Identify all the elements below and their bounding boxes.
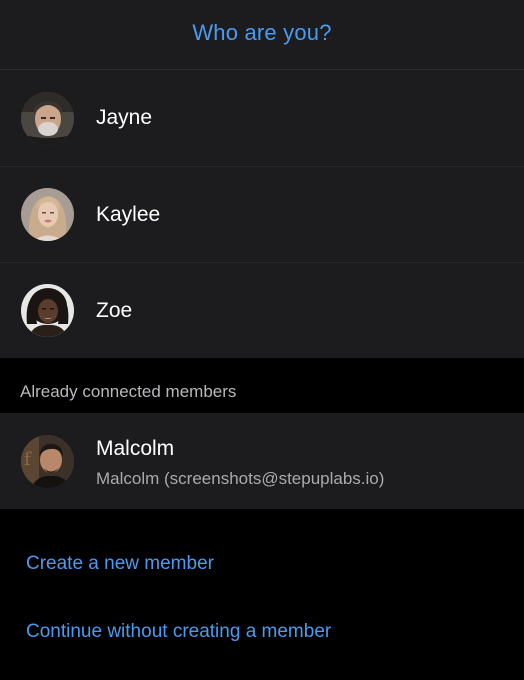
create-member-link[interactable]: Create a new member bbox=[26, 553, 524, 577]
continue-without-member-link[interactable]: Continue without creating a member bbox=[26, 621, 524, 643]
member-row-jayne[interactable]: Jayne bbox=[0, 70, 524, 166]
avatar bbox=[21, 91, 74, 145]
connected-section-header: Already connected members bbox=[0, 358, 524, 413]
connected-member-row-malcolm[interactable]: f Malcolm Malcolm (screenshots@stepuplab… bbox=[0, 413, 524, 509]
member-name: Kaylee bbox=[96, 202, 161, 226]
member-name: Zoe bbox=[96, 298, 133, 322]
connected-member-list: f Malcolm Malcolm (screenshots@stepuplab… bbox=[0, 413, 524, 509]
connected-member-name: Malcolm bbox=[96, 437, 175, 460]
member-name: Jayne bbox=[96, 106, 153, 129]
avatar-photo-kaylee bbox=[21, 188, 74, 241]
section-title: Already connected members bbox=[20, 382, 237, 401]
avatar-photo-jayne bbox=[21, 91, 74, 145]
avatar-photo-malcolm: f bbox=[21, 435, 74, 488]
avatar-photo-zoe bbox=[21, 284, 74, 337]
page-title: Who are you? bbox=[192, 19, 332, 45]
member-row-zoe[interactable]: Zoe bbox=[0, 262, 524, 358]
connected-member-email: Malcolm (screenshots@stepuplabs.io) bbox=[96, 469, 385, 488]
actions-area: Create a new member Continue without cre… bbox=[0, 509, 524, 643]
header-bar: Who are you? bbox=[0, 0, 524, 70]
member-picker-screen: Who are you? Jayne Kaylee Zoe Already co… bbox=[0, 0, 524, 680]
member-list: Jayne Kaylee Zoe bbox=[0, 70, 524, 358]
member-row-kaylee[interactable]: Kaylee bbox=[0, 166, 524, 262]
avatar bbox=[21, 188, 74, 241]
avatar bbox=[21, 284, 74, 337]
avatar: f bbox=[21, 435, 74, 488]
